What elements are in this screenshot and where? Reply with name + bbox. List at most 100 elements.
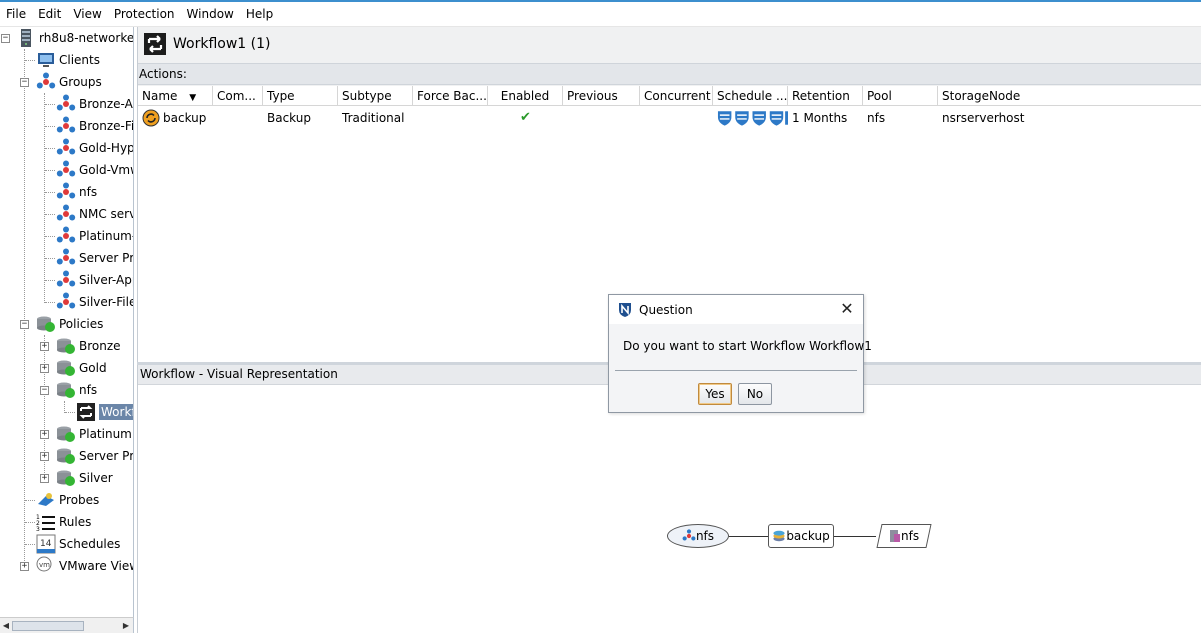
tree-policy-item[interactable]: Bronze: [56, 335, 121, 357]
tree-item-policies[interactable]: Policies: [36, 313, 103, 335]
cell-concurrent: [640, 107, 713, 129]
menu-bar: File Edit View Protection Window Help: [0, 0, 1201, 27]
connector-line: [834, 536, 876, 537]
policy-expand-toggle[interactable]: +: [40, 474, 49, 483]
group-icon: [56, 204, 76, 221]
tree-group-item[interactable]: Silver-File: [56, 291, 133, 313]
group-icon: [56, 94, 76, 111]
tree-item-schedules[interactable]: 14 Schedules: [36, 533, 120, 555]
tree-group-item[interactable]: NMC serv: [56, 203, 133, 225]
tree-horizontal-scrollbar[interactable]: ◀ ▶: [0, 617, 134, 633]
backup-action-icon: [142, 109, 160, 127]
column-header-comment[interactable]: Com...: [213, 86, 263, 106]
cell-name-text: backup: [163, 111, 207, 125]
table-row[interactable]: backup Backup Traditional ✔ 1 Months nfs…: [138, 107, 1201, 129]
scroll-left-icon[interactable]: ◀: [0, 620, 12, 632]
tree-line: [45, 280, 55, 281]
tree-group-item[interactable]: Bronze-Ap: [56, 93, 133, 115]
vmware-icon: vm: [36, 556, 52, 572]
probe-icon: [38, 493, 54, 506]
policy-expand-toggle[interactable]: +: [40, 430, 49, 439]
tree-policy-item[interactable]: Platinum: [56, 423, 132, 445]
policy-icon: [57, 360, 75, 376]
column-header-schedule[interactable]: Schedule ...: [713, 86, 788, 106]
tree-item-label: Bronze-Fil: [79, 119, 134, 133]
menu-window[interactable]: Window: [183, 2, 242, 26]
connector-line: [729, 536, 768, 537]
tree-item-workflow[interactable]: Workfl: [76, 401, 133, 423]
action-node[interactable]: backup: [768, 524, 834, 548]
tree-line: [45, 236, 55, 237]
column-header-type[interactable]: Type: [263, 86, 338, 106]
group-icon: [56, 138, 76, 155]
policy-icon: [57, 426, 75, 442]
actions-label: Actions:: [138, 63, 1201, 85]
policies-collapse-toggle[interactable]: −: [20, 320, 29, 329]
scroll-right-icon[interactable]: ▶: [120, 620, 132, 632]
group-node[interactable]: nfs: [667, 524, 729, 548]
menu-file[interactable]: File: [2, 2, 34, 26]
group-icon: [56, 116, 76, 133]
scrollbar-thumb[interactable]: [12, 621, 84, 631]
policy-expand-toggle[interactable]: +: [40, 342, 49, 351]
tree-policy-item[interactable]: Server Pro: [56, 445, 134, 467]
yes-button[interactable]: Yes: [698, 383, 732, 405]
tree-item-vmware-view[interactable]: vm VMware View: [36, 555, 133, 577]
policy-icon: [37, 316, 55, 332]
dialog-title-bar: Question: [609, 295, 863, 324]
pool-node[interactable]: nfs: [876, 524, 932, 548]
policy-icon: [57, 448, 75, 464]
tree-group-item[interactable]: nfs: [56, 181, 97, 203]
tree-policy-item[interactable]: nfs: [56, 379, 97, 401]
tree-item-groups[interactable]: Groups: [36, 71, 102, 93]
tree-item-rules[interactable]: 123 Rules: [36, 511, 91, 533]
tree-item-label: Workfl: [99, 404, 133, 420]
tree-group-item[interactable]: Gold-Hype: [56, 137, 133, 159]
policy-expand-toggle[interactable]: +: [40, 452, 49, 461]
svg-text:vm: vm: [39, 561, 50, 569]
tree-group-item[interactable]: Server Pro: [56, 247, 134, 269]
calendar-day: 14: [40, 539, 52, 549]
no-button[interactable]: No: [738, 383, 772, 405]
root-collapse-toggle[interactable]: −: [1, 34, 10, 43]
column-header-storage-node[interactable]: StorageNode: [938, 86, 1201, 106]
tree-policy-item[interactable]: Gold: [56, 357, 107, 379]
vmware-expand-toggle[interactable]: +: [20, 562, 29, 571]
column-header-previous[interactable]: Previous: [563, 86, 640, 106]
menu-view[interactable]: View: [69, 2, 109, 26]
tree-group-item[interactable]: Gold-Vmw: [56, 159, 133, 181]
tree-line: [45, 302, 55, 303]
column-header-pool[interactable]: Pool: [863, 86, 938, 106]
tree-item-clients[interactable]: Clients: [36, 49, 100, 71]
tree-item-label: Platinum: [79, 427, 132, 441]
column-header-retention[interactable]: Retention: [788, 86, 863, 106]
column-header-concurrent[interactable]: Concurrent: [640, 86, 713, 106]
tree-item-label: Server Pro: [79, 449, 134, 463]
tree-item-label: Silver: [79, 471, 113, 485]
column-header-name[interactable]: Name ▼: [138, 86, 213, 106]
policy-icon: [57, 470, 75, 486]
column-header-subtype[interactable]: Subtype: [338, 86, 413, 106]
cell-previous: [563, 107, 640, 129]
tree-policy-item[interactable]: Silver: [56, 467, 113, 489]
tree-line: [45, 104, 55, 105]
tree-root[interactable]: rh8u8-networker: [16, 27, 133, 49]
menu-edit[interactable]: Edit: [34, 2, 69, 26]
tree-group-item[interactable]: Platinum-I: [56, 225, 133, 247]
tree-line: [45, 214, 55, 215]
menu-help[interactable]: Help: [242, 2, 281, 26]
tree-item-label: Server Pro: [79, 251, 134, 265]
close-icon[interactable]: ✕: [839, 301, 855, 317]
menu-protection[interactable]: Protection: [110, 2, 183, 26]
column-header-enabled[interactable]: Enabled: [488, 86, 563, 106]
groups-collapse-toggle[interactable]: −: [20, 78, 29, 87]
policy-expand-toggle[interactable]: +: [40, 364, 49, 373]
tree-line: [45, 148, 55, 149]
column-header-force-backup[interactable]: Force Bac...: [413, 86, 488, 106]
policy-collapse-toggle[interactable]: −: [40, 386, 49, 395]
tree-group-item[interactable]: Silver-App: [56, 269, 133, 291]
tree-line: [25, 60, 35, 61]
tree-item-label: nfs: [79, 383, 98, 397]
tree-group-item[interactable]: Bronze-Fil: [56, 115, 134, 137]
tree-item-probes[interactable]: Probes: [36, 489, 99, 511]
